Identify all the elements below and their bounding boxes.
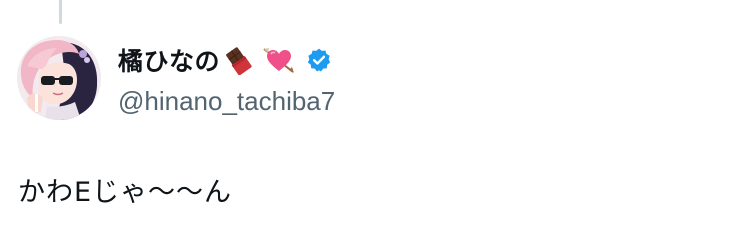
avatar[interactable] bbox=[17, 36, 101, 120]
thread-connector-line bbox=[59, 0, 62, 24]
avatar-image bbox=[17, 36, 101, 120]
display-name[interactable]: 橘ひなの bbox=[118, 42, 220, 78]
verified-badge-icon[interactable] bbox=[306, 47, 332, 73]
chocolate-bar-icon bbox=[224, 45, 254, 75]
tweet-author: 橘ひなの @hinano_tachiba7 bbox=[118, 40, 729, 117]
user-handle[interactable]: @hinano_tachiba7 bbox=[118, 86, 729, 117]
heart-with-arrow-icon bbox=[262, 45, 296, 75]
tweet-text: かわEじゃ〜〜ん bbox=[18, 177, 233, 208]
name-row: 橘ひなの bbox=[118, 40, 729, 80]
